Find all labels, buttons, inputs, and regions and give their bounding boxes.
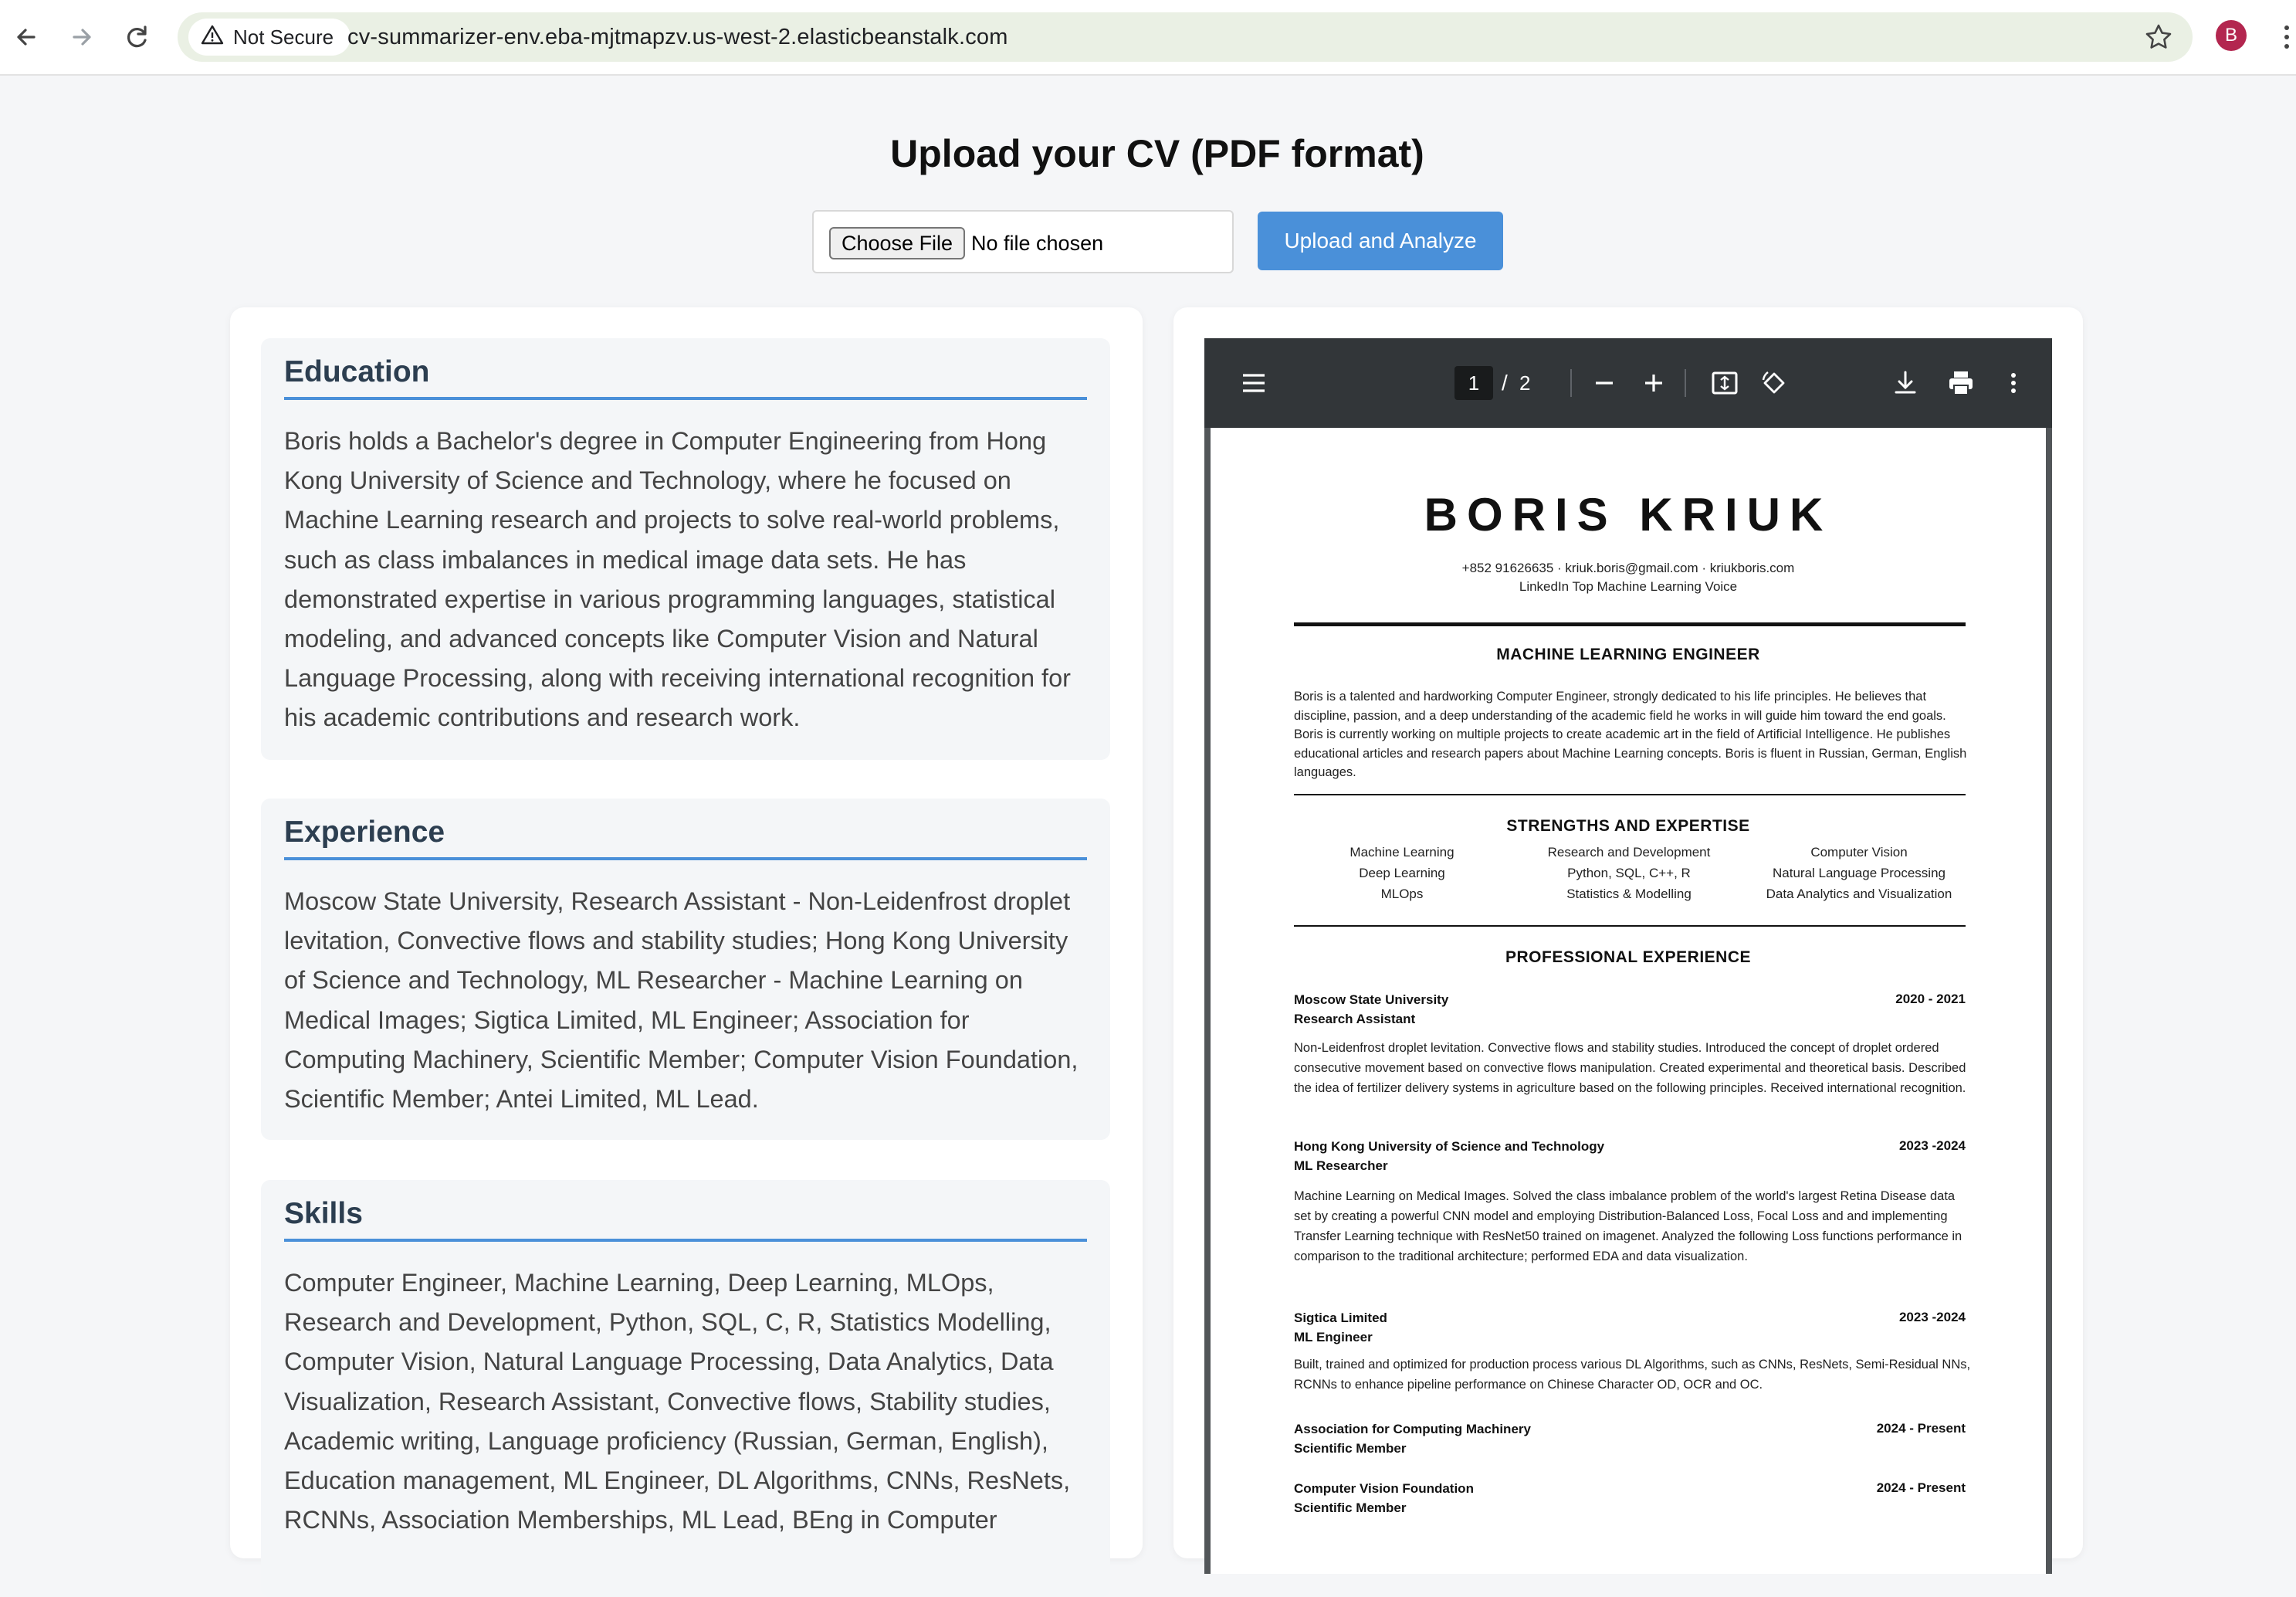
- warning-triangle-icon: [201, 23, 224, 52]
- rotate-icon[interactable]: [1759, 368, 1790, 398]
- file-status-text: No file chosen: [971, 232, 1104, 255]
- job-dates: 2023 -2024: [1898, 1310, 1966, 1324]
- job-org: Sigtica Limited: [1294, 1310, 1387, 1325]
- cv-experience-heading: PROFESSIONAL EXPERIENCE: [1505, 948, 1751, 966]
- strength-item: Python, SQL, C++, R: [1567, 866, 1691, 880]
- profile-avatar[interactable]: B: [2216, 20, 2247, 51]
- browser-toolbar: Not Secure cv-summarizer-env.eba-mjtmapz…: [0, 0, 2296, 76]
- job-description: Machine Learning on Medical Images. Solv…: [1294, 1189, 1962, 1263]
- job-header: Computer Vision Foundation Scientific Me…: [1294, 1479, 1474, 1517]
- pdf-viewer[interactable]: 1 / 2 BORIS KRIUK +852 91626635 · kriuk.…: [1204, 338, 2052, 1574]
- job-org: Moscow State University: [1294, 992, 1449, 1007]
- section-heading: Experience: [284, 815, 1087, 860]
- pdf-toolbar: 1 / 2: [1204, 338, 2052, 428]
- section-text: Computer Engineer, Machine Learning, Dee…: [284, 1269, 1071, 1534]
- section-text: Boris holds a Bachelor's degree in Compu…: [284, 427, 1071, 732]
- job-dates: 2024 - Present: [1876, 1421, 1966, 1436]
- job-title: Scientific Member: [1294, 1500, 1407, 1515]
- cv-divider: [1294, 794, 1966, 795]
- page-number-input[interactable]: 1: [1454, 366, 1493, 400]
- more-options-icon[interactable]: [1998, 368, 2029, 398]
- cv-divider: [1294, 925, 1966, 927]
- page-separator: /: [1502, 371, 1508, 395]
- strengths-column: Computer Vision Natural Language Process…: [1743, 842, 1975, 904]
- job-description: Built, trained and optimized for product…: [1294, 1358, 1971, 1392]
- address-bar[interactable]: Not Secure cv-summarizer-env.eba-mjtmapz…: [178, 12, 2193, 62]
- summary-panel: Education Boris holds a Bachelor's degre…: [230, 307, 1143, 1597]
- cv-strengths-heading: STRENGTHS AND EXPERTISE: [1506, 817, 1750, 835]
- fit-page-icon[interactable]: [1709, 368, 1740, 398]
- strength-item: MLOps: [1380, 887, 1424, 901]
- strength-item: Deep Learning: [1359, 866, 1445, 880]
- strength-item: Research and Development: [1547, 845, 1711, 860]
- education-section: Education Boris holds a Bachelor's degre…: [261, 338, 1110, 760]
- forward-arrow-icon[interactable]: [62, 17, 102, 57]
- cv-contact: +852 91626635 · kriuk.boris@gmail.com · …: [1461, 561, 1795, 575]
- job-org: Association for Computing Machinery: [1294, 1422, 1531, 1436]
- security-chip[interactable]: Not Secure: [188, 19, 351, 56]
- cv-summary: Boris is a talented and hardworking Comp…: [1294, 690, 1967, 779]
- upload-analyze-button[interactable]: Upload and Analyze: [1258, 212, 1503, 270]
- section-text: Moscow State University, Research Assist…: [284, 887, 1079, 1114]
- job-title: Research Assistant: [1294, 1012, 1416, 1026]
- strengths-column: Research and Development Python, SQL, C+…: [1513, 842, 1745, 904]
- cv-divider: [1294, 622, 1966, 626]
- section-heading: Skills: [284, 1197, 1087, 1242]
- reload-icon[interactable]: [117, 17, 157, 57]
- pdf-page: BORIS KRIUK +852 91626635 · kriuk.boris@…: [1211, 428, 2046, 1574]
- experience-section: Experience Moscow State University, Rese…: [261, 798, 1110, 1140]
- job-header: Association for Computing Machinery Scie…: [1294, 1419, 1531, 1458]
- bookmark-star-icon[interactable]: [2142, 20, 2176, 54]
- job-dates: 2023 -2024: [1898, 1138, 1966, 1153]
- zoom-in-icon[interactable]: [1638, 368, 1669, 398]
- print-icon[interactable]: [1946, 368, 1976, 398]
- job-org: Hong Kong University of Science and Tech…: [1294, 1139, 1605, 1154]
- section-heading: Education: [284, 355, 1087, 400]
- cv-tagline: LinkedIn Top Machine Learning Voice: [1519, 579, 1738, 594]
- url-text[interactable]: cv-summarizer-env.eba-mjtmapzv.us-west-2…: [347, 12, 1008, 62]
- page-title: Upload your CV (PDF format): [890, 132, 1424, 175]
- file-input[interactable]: Choose File No file chosen: [812, 210, 1234, 273]
- job-dates: 2024 - Present: [1876, 1480, 1966, 1495]
- job-title: ML Engineer: [1294, 1330, 1373, 1344]
- download-icon[interactable]: [1890, 368, 1921, 398]
- toolbar-divider: [1685, 369, 1686, 397]
- job-org: Computer Vision Foundation: [1294, 1481, 1474, 1496]
- page-total: 2: [1519, 371, 1531, 395]
- browser-menu-icon[interactable]: [2277, 19, 2296, 56]
- job-header: Hong Kong University of Science and Tech…: [1294, 1137, 1604, 1175]
- cv-role-heading: MACHINE LEARNING ENGINEER: [1496, 646, 1760, 663]
- job-title: Scientific Member: [1294, 1441, 1407, 1456]
- job-header: Moscow State University Research Assista…: [1294, 990, 1448, 1029]
- hamburger-menu-icon[interactable]: [1238, 368, 1269, 398]
- job-title: ML Researcher: [1294, 1158, 1388, 1173]
- job-description: Non-Leidenfrost droplet levitation. Conv…: [1294, 1041, 1966, 1095]
- job-header: Sigtica Limited ML Engineer: [1294, 1308, 1387, 1347]
- pdf-panel: 1 / 2 BORIS KRIUK +852 91626635 · kriuk.…: [1173, 307, 2083, 1574]
- strength-item: Computer Vision: [1810, 845, 1908, 860]
- strength-item: Data Analytics and Visualization: [1766, 887, 1952, 901]
- security-label: Not Secure: [233, 25, 334, 49]
- back-arrow-icon[interactable]: [6, 17, 46, 57]
- job-dates: 2020 - 2021: [1895, 992, 1966, 1006]
- strength-item: Machine Learning: [1349, 845, 1454, 860]
- skills-section: Skills Computer Engineer, Machine Learni…: [261, 1180, 1110, 1597]
- toolbar-divider: [1570, 369, 1572, 397]
- strengths-column: Machine Learning Deep Learning MLOps: [1286, 842, 1518, 904]
- cv-name: BORIS KRIUK: [1424, 489, 1833, 541]
- strength-item: Statistics & Modelling: [1566, 887, 1692, 901]
- choose-file-button[interactable]: Choose File: [829, 227, 966, 259]
- zoom-out-icon[interactable]: [1589, 368, 1620, 398]
- strength-item: Natural Language Processing: [1773, 866, 1946, 880]
